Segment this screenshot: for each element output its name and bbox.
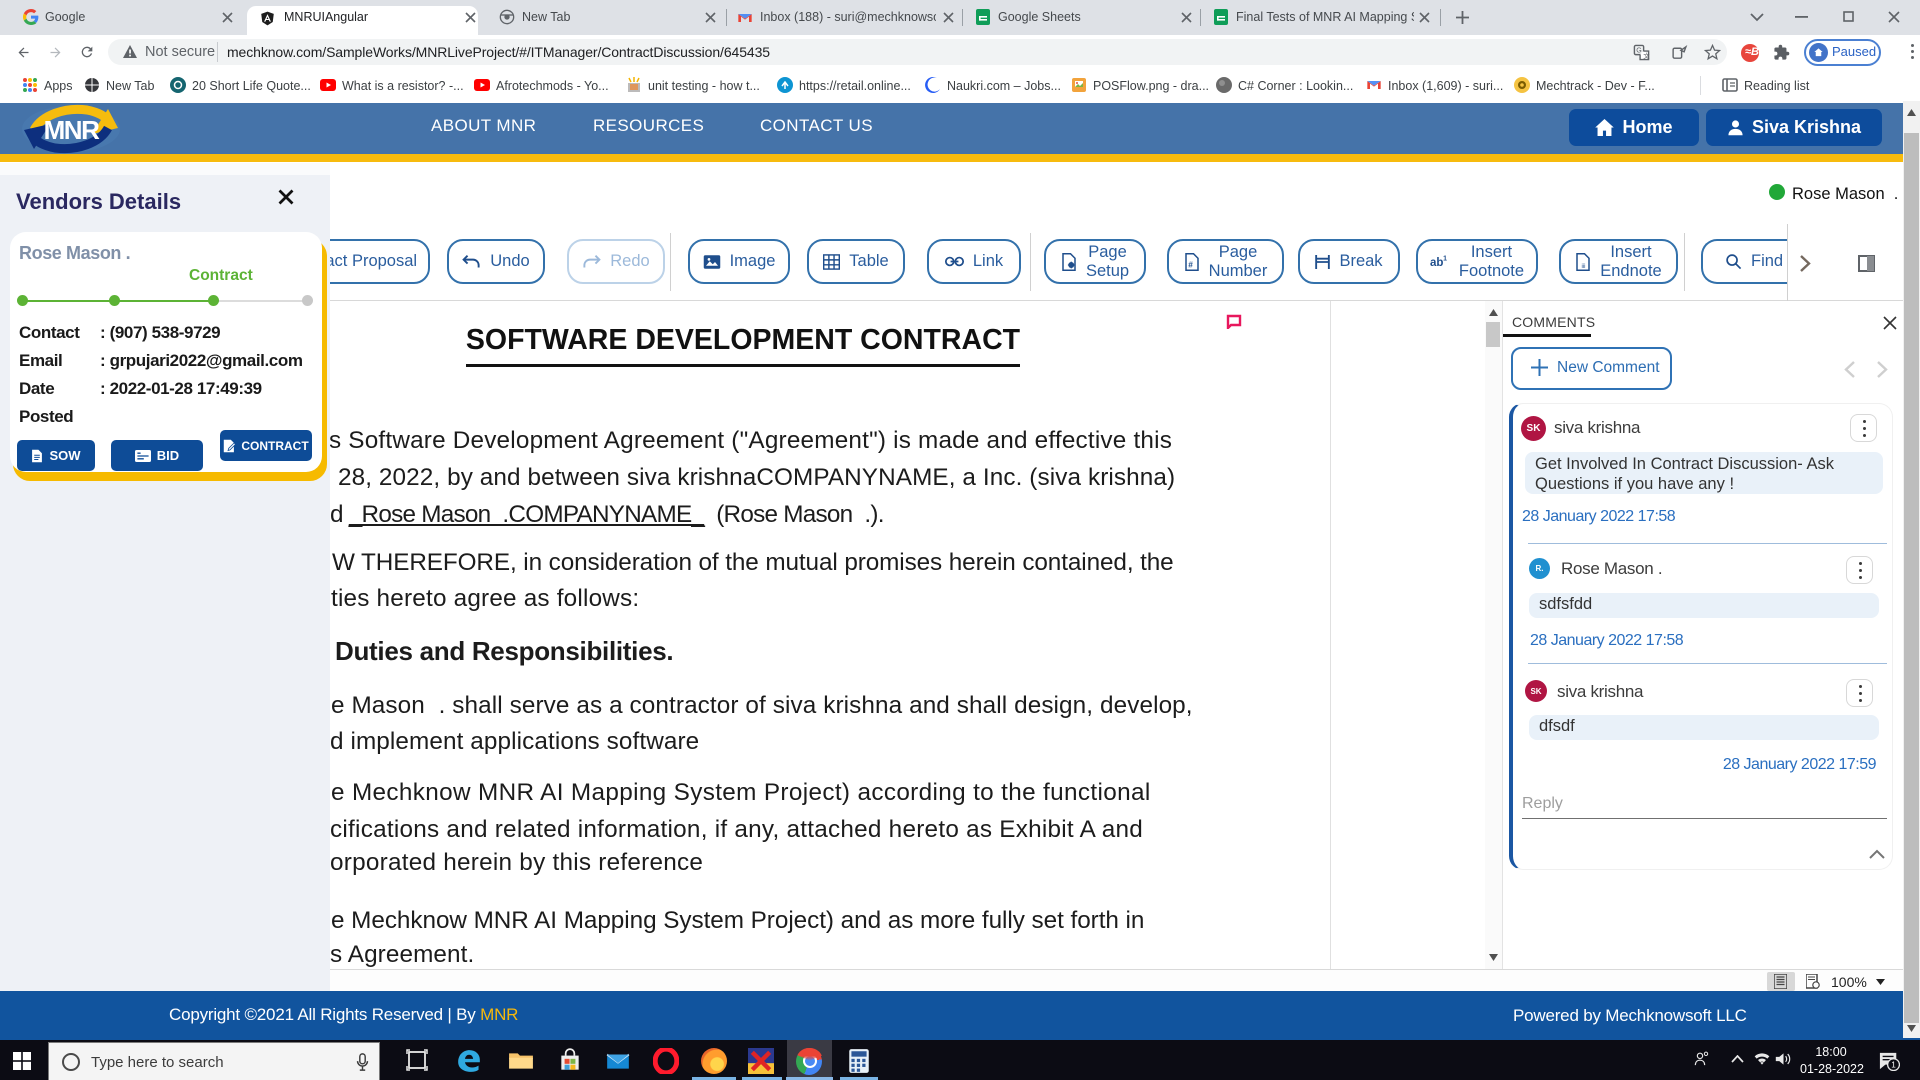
svg-text:#: # — [1188, 260, 1193, 269]
svg-text:MNR: MNR — [44, 115, 100, 145]
svg-text:1: 1 — [1443, 256, 1447, 263]
svg-text:ab: ab — [1430, 257, 1443, 269]
svg-text:文: 文 — [1643, 51, 1650, 60]
svg-text:iii: iii — [1582, 264, 1586, 270]
svg-text:1: 1 — [1891, 1061, 1896, 1070]
svg-text:G: G — [1636, 47, 1642, 55]
